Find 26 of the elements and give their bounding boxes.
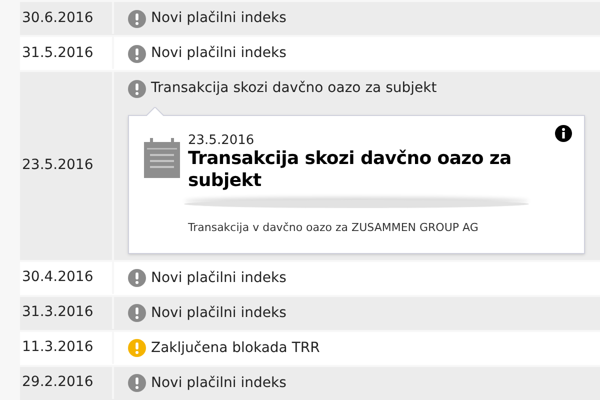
alert-icon [128,339,146,357]
event-message[interactable]: Novi plačilni indeks [151,268,286,288]
info-icon[interactable] [555,125,572,142]
date-cell: 30.4.2016 [20,262,114,294]
alert-icon [128,269,146,287]
alert-icon [128,10,146,28]
alert-icon [128,304,146,322]
event-message[interactable]: Transakcija skozi davčno oazo za subjekt [151,78,437,99]
event-message[interactable]: Novi plačilni indeks [151,43,286,64]
date-cell: 11.3.2016 [20,332,114,364]
date-cell: 30.6.2016 [20,2,114,34]
detail-description: Transakcija v davčno oazo za ZUSAMMEN GROUP AG [188,220,480,236]
event-message[interactable]: Novi plačilni indeks [151,372,286,394]
alert-icon [128,44,146,62]
date-cell: 31.3.2016 [20,296,114,328]
alert-icon [128,80,146,98]
event-message[interactable]: Zaključena blokada TRR [151,338,320,358]
detail-title: Transakcija skozi davčno oazo za subjekt [188,148,512,192]
date-cell: 23.5.2016 [20,72,114,260]
event-message[interactable]: Novi plačilni indeks [151,302,286,324]
date-cell: 31.5.2016 [20,37,114,69]
event-message[interactable]: Novi plačilni indeks [151,8,286,29]
alert-icon [128,374,146,392]
detail-date: 23.5.2016 [188,134,256,148]
calendar-icon [144,138,180,178]
date-cell: 29.2.2016 [20,366,114,398]
